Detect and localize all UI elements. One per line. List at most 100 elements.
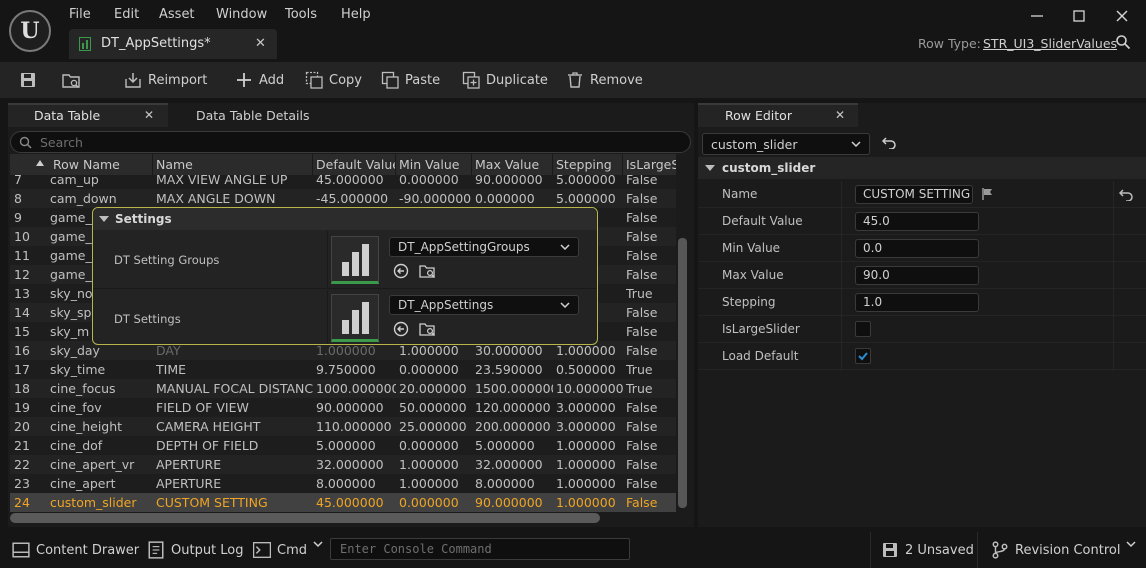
menu-tools[interactable]: Tools — [285, 7, 317, 22]
settings-popup-header[interactable]: Settings — [93, 208, 597, 230]
table-row[interactable]: 21 cine_dof DEPTH OF FIELD 5.000000 0.000000… — [10, 436, 676, 455]
row-type-link[interactable]: STR_UI3_SliderValues — [983, 36, 1117, 51]
table-row[interactable]: 18 cine_focus MANUAL FOCAL DISTANCE 1000.00… — [10, 379, 676, 398]
table-row[interactable]: 19 cine_fov FIELD OF VIEW 90.000000 50.00000… — [10, 398, 676, 417]
vertical-scrollbar[interactable] — [678, 238, 687, 508]
title-bar: U File Edit Asset Window Tools Help DT_A… — [0, 0, 1146, 62]
settings-dropdown[interactable]: DT_AppSettings — [389, 295, 579, 315]
duplicate-button[interactable]: Duplicate — [462, 62, 548, 98]
column-header-islargeslider[interactable]: IsLargeS — [623, 154, 676, 175]
data-table-thumbnail-icon[interactable] — [331, 294, 379, 342]
chevron-down-icon — [313, 541, 331, 559]
property-checkbox[interactable] — [855, 348, 871, 364]
horizontal-scrollbar[interactable] — [10, 513, 600, 523]
browse-icon[interactable] — [1115, 34, 1131, 50]
remove-button[interactable]: Remove — [566, 62, 643, 98]
property-value-input[interactable]: CUSTOM SETTING — [855, 185, 973, 204]
islargeslider-cell: False — [626, 400, 658, 415]
name-cell: FIELD OF VIEW — [156, 400, 249, 415]
content-drawer-button[interactable]: Content Drawer — [12, 532, 139, 568]
save-icon[interactable] — [19, 62, 37, 98]
column-header-default-value[interactable]: Default Value — [313, 154, 396, 175]
stepping-cell: 3.000000 — [556, 419, 616, 434]
close-tab-icon[interactable]: ✕ — [144, 108, 154, 122]
column-header-name[interactable]: Name — [153, 154, 313, 175]
name-cell: APERTURE — [156, 476, 222, 491]
use-selected-icon[interactable] — [393, 321, 409, 337]
paste-button[interactable]: Paste — [381, 62, 440, 98]
localization-flag-icon[interactable] — [981, 187, 995, 201]
setting-groups-dropdown[interactable]: DT_AppSettingGroups — [389, 237, 579, 257]
row-number: 21 — [14, 438, 30, 453]
copy-button[interactable]: Copy — [305, 62, 362, 98]
table-row[interactable]: 20 cine_height CAMERA HEIGHT 110.000000 25.0… — [10, 417, 676, 436]
reimport-button[interactable]: Reimport — [124, 62, 207, 98]
table-row[interactable]: 23 cine_apert APERTURE 8.000000 1.000000 8.00… — [10, 474, 676, 493]
reset-to-default-icon[interactable] — [1119, 189, 1133, 201]
console-input[interactable]: Enter Console Command — [330, 538, 630, 560]
islargeslider-cell: False — [626, 229, 658, 244]
name-cell: DEPTH OF FIELD — [156, 438, 259, 453]
reset-arrow-icon[interactable] — [882, 137, 896, 149]
menu-edit[interactable]: Edit — [114, 7, 139, 22]
settings-label: DT Settings — [114, 312, 181, 326]
content-drawer-label: Content Drawer — [36, 542, 140, 558]
tab-data-table[interactable]: Data Table ✕ — [8, 103, 168, 127]
default-value-cell: 5.000000 — [316, 438, 376, 453]
minimize-icon[interactable] — [1029, 8, 1045, 24]
property-checkbox[interactable] — [855, 321, 871, 337]
min-value-cell: 0.000000 — [399, 438, 459, 453]
revision-control-button[interactable]: Revision Control — [991, 532, 1144, 568]
row-select-dropdown[interactable]: custom_slider — [702, 133, 870, 155]
menu-asset[interactable]: Asset — [159, 7, 195, 22]
column-header-row-name[interactable]: Row Name — [50, 154, 153, 175]
document-tab[interactable]: DT_AppSettings* ✕ — [69, 29, 277, 59]
close-tab-icon[interactable]: ✕ — [255, 36, 266, 51]
menu-window[interactable]: Window — [216, 7, 267, 22]
unreal-logo-icon[interactable]: U — [9, 10, 51, 52]
menu-help[interactable]: Help — [341, 7, 371, 22]
name-cell: TIME — [156, 362, 187, 377]
row-number: 16 — [14, 343, 30, 358]
row-number: 19 — [14, 400, 30, 415]
property-value-input[interactable]: 45.0 — [855, 212, 979, 231]
browse-folder-icon[interactable] — [419, 321, 437, 337]
use-selected-icon[interactable] — [393, 263, 409, 279]
table-row[interactable]: 22 cine_apert_vr APERTURE 32.000000 1.000000… — [10, 455, 676, 474]
row-editor-section-header[interactable]: custom_slider — [698, 157, 1146, 179]
table-row[interactable]: 8 cam_down MAX ANGLE DOWN -45.000000 -90.000… — [10, 189, 676, 208]
row-select-value: custom_slider — [711, 136, 798, 152]
maximize-icon[interactable] — [1071, 8, 1087, 24]
sort-ascending-icon[interactable] — [36, 160, 44, 166]
close-tab-icon[interactable]: ✕ — [835, 108, 845, 122]
tab-row-editor[interactable]: Row Editor ✕ — [698, 103, 858, 127]
max-value-cell: 23.590000 — [475, 362, 543, 377]
max-value-cell: 8.000000 — [475, 476, 535, 491]
add-button[interactable]: Add — [235, 62, 284, 98]
property-value-input[interactable]: 0.0 — [855, 239, 979, 258]
output-log-button[interactable]: Output Log — [147, 532, 244, 568]
unsaved-button[interactable]: 2 Unsaved — [881, 532, 974, 568]
browse-asset-icon[interactable] — [62, 62, 80, 98]
name-cell: MANUAL FOCAL DISTANCE — [156, 381, 313, 396]
search-input[interactable]: Search — [40, 135, 83, 150]
property-value-input[interactable]: 90.0 — [855, 266, 979, 285]
tab-data-table-details[interactable]: Data Table Details — [196, 103, 309, 127]
data-table-thumbnail-icon[interactable] — [331, 236, 379, 284]
table-row[interactable]: 17 sky_time TIME 9.750000 0.000000 23.590000 0… — [10, 360, 676, 379]
search-bar[interactable]: Search — [10, 131, 691, 153]
column-header-max-value[interactable]: Max Value — [472, 154, 553, 175]
menu-file[interactable]: File — [69, 7, 91, 22]
browse-folder-icon[interactable] — [419, 263, 437, 279]
property-value-input[interactable]: 1.0 — [855, 293, 979, 312]
min-value-cell: 20.000000 — [399, 381, 467, 396]
column-header-stepping[interactable]: Stepping — [553, 154, 623, 175]
chevron-down-icon — [560, 244, 570, 250]
column-header-min-value[interactable]: Min Value — [396, 154, 472, 175]
table-row[interactable]: 7 cam_up MAX VIEW ANGLE UP 45.000000 0.00000… — [10, 175, 676, 189]
close-window-icon[interactable] — [1114, 8, 1130, 24]
table-row[interactable]: 24 custom_slider CUSTOM SETTING 45.000000 0.… — [10, 493, 676, 512]
cmd-dropdown[interactable]: Cmd — [253, 532, 331, 568]
property-label: IsLargeSlider — [722, 322, 800, 336]
islargeslider-cell: False — [626, 438, 658, 453]
